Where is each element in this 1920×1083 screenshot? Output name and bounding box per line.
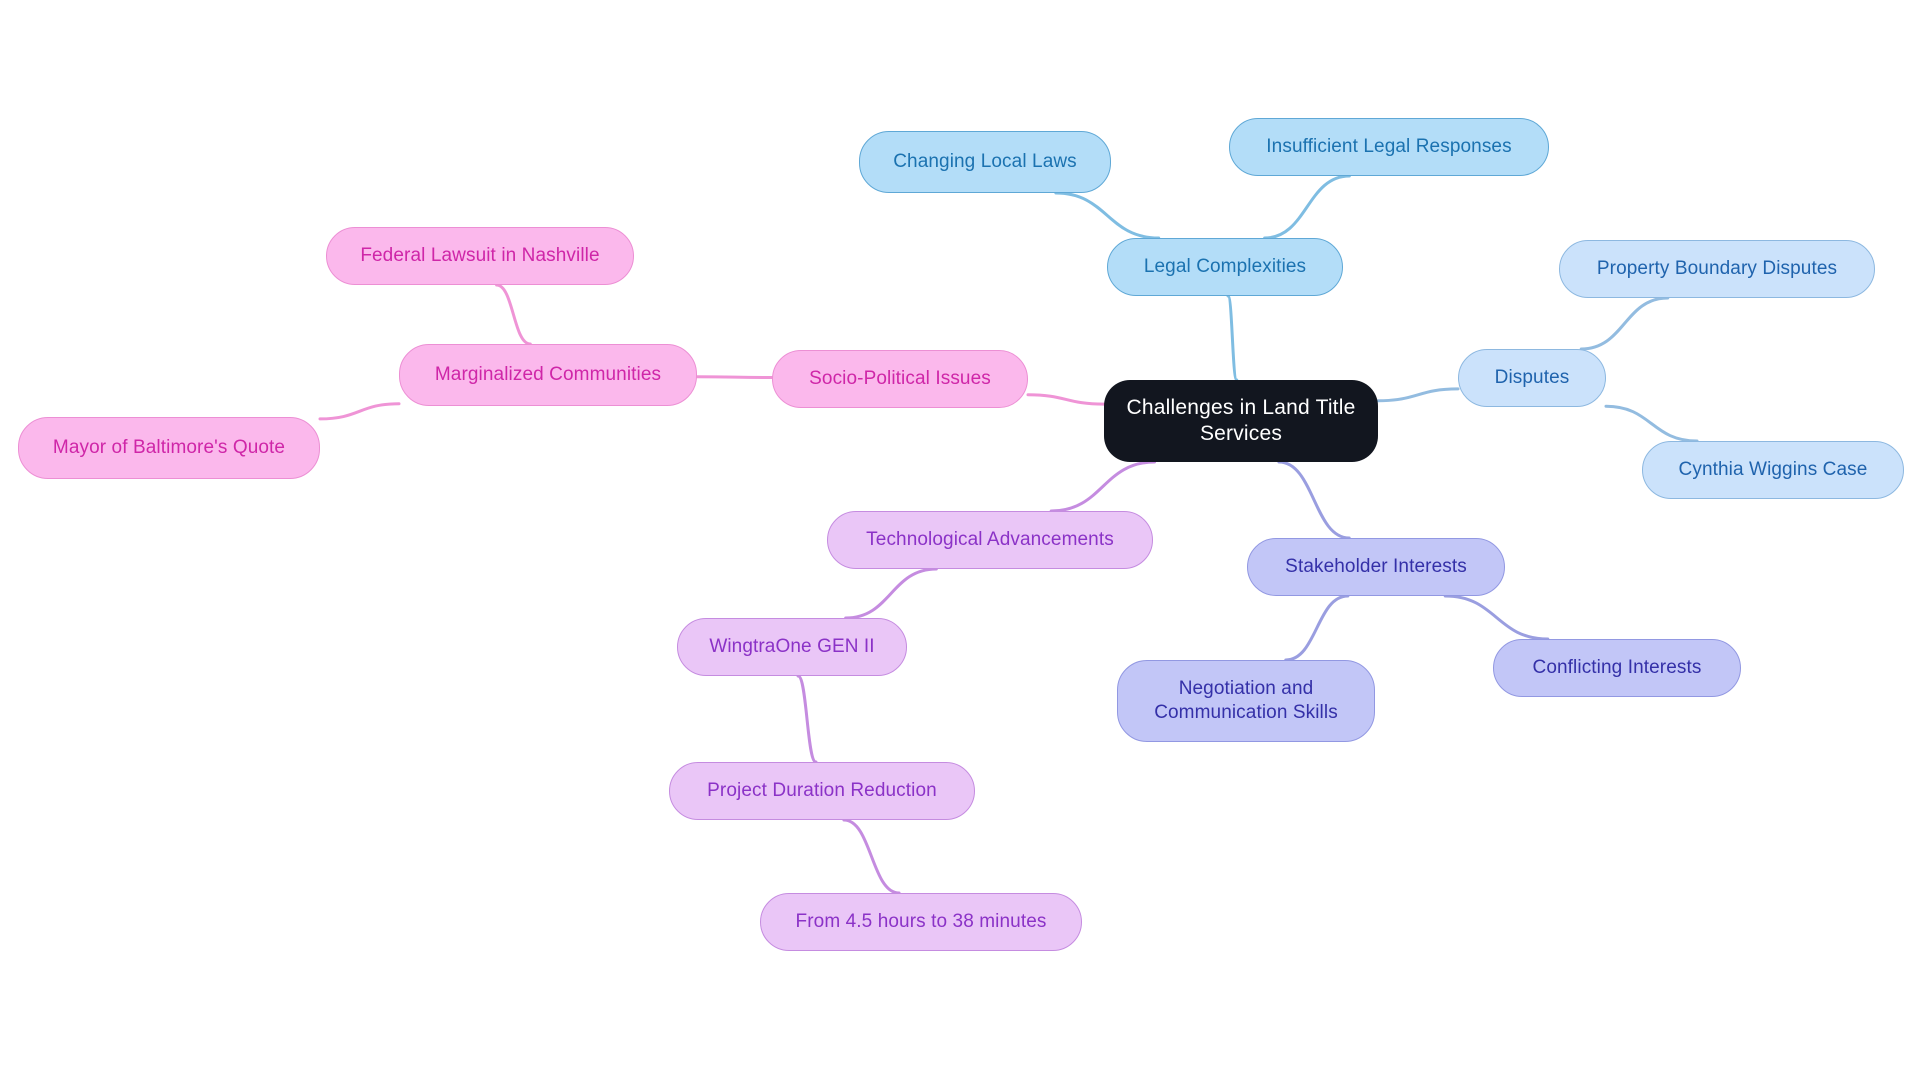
mindmap-node-project-duration-reduction[interactable]: Project Duration Reduction (669, 762, 975, 820)
mindmap-link-disputes-to-cynthia-wiggins-case (1604, 404, 1699, 443)
mindmap-link-technological-advancements-to-wingtraone-gen-ii (844, 567, 938, 620)
mindmap-node-cynthia-wiggins-case[interactable]: Cynthia Wiggins Case (1642, 441, 1904, 499)
mindmap-node-label: Insufficient Legal Responses (1266, 136, 1512, 158)
mindmap-node-stakeholder-interests[interactable]: Stakeholder Interests (1247, 538, 1505, 596)
mindmap-link-legal-complexities-to-insufficient-legal-responses (1263, 174, 1351, 240)
mindmap-node-negotiation-and-communication-skills[interactable]: Negotiation and Communication Skills (1117, 660, 1375, 742)
mindmap-link-root-to-legal-complexities (1226, 294, 1239, 382)
mindmap-node-label: Socio-Political Issues (809, 368, 991, 390)
mindmap-link-wingtraone-gen-ii-to-project-duration-reduction (796, 674, 818, 764)
mindmap-link-stakeholder-interests-to-negotiation-and-communication-skills (1284, 594, 1350, 662)
mindmap-link-root-to-stakeholder-interests (1277, 460, 1351, 540)
mindmap-node-disputes[interactable]: Disputes (1458, 349, 1606, 407)
mindmap-node-conflicting-interests[interactable]: Conflicting Interests (1493, 639, 1741, 697)
mindmap-node-label: WingtraOne GEN II (709, 636, 875, 658)
mindmap-node-legal-complexities[interactable]: Legal Complexities (1107, 238, 1343, 296)
mindmap-node-marginalized-communities[interactable]: Marginalized Communities (399, 344, 697, 406)
mindmap-node-mayor-of-baltimores-quote[interactable]: Mayor of Baltimore's Quote (18, 417, 320, 479)
mindmap-canvas: Challenges in Land Title Services Legal C… (0, 0, 1920, 1083)
mindmap-node-insufficient-legal-responses[interactable]: Insufficient Legal Responses (1229, 118, 1549, 176)
mindmap-node-label: Conflicting Interests (1532, 657, 1702, 679)
mindmap-link-root-to-socio-political-issues (1026, 393, 1106, 406)
mindmap-node-from-45-hours-to-38-minutes[interactable]: From 4.5 hours to 38 minutes (760, 893, 1082, 951)
mindmap-node-label: Disputes (1494, 367, 1570, 389)
mindmap-node-root[interactable]: Challenges in Land Title Services (1104, 380, 1378, 462)
mindmap-node-label: Challenges in Land Title Services (1126, 395, 1356, 445)
mindmap-node-socio-political-issues[interactable]: Socio-Political Issues (772, 350, 1028, 408)
mindmap-node-label: Project Duration Reduction (707, 780, 937, 802)
mindmap-node-federal-lawsuit-in-nashville[interactable]: Federal Lawsuit in Nashville (326, 227, 634, 285)
mindmap-node-label: Negotiation and Communication Skills (1154, 678, 1338, 723)
mindmap-link-marginalized-communities-to-federal-lawsuit-in-nashville (495, 283, 532, 346)
mindmap-link-root-to-disputes (1376, 387, 1460, 403)
mindmap-node-label: Property Boundary Disputes (1596, 258, 1838, 280)
mindmap-node-label: Technological Advancements (866, 529, 1114, 551)
mindmap-node-label: Changing Local Laws (893, 151, 1077, 173)
mindmap-node-label: From 4.5 hours to 38 minutes (795, 911, 1047, 933)
mindmap-link-stakeholder-interests-to-conflicting-interests (1443, 594, 1550, 641)
mindmap-node-changing-local-laws[interactable]: Changing Local Laws (859, 131, 1111, 193)
mindmap-link-disputes-to-property-boundary-disputes (1579, 296, 1670, 351)
mindmap-node-technological-advancements[interactable]: Technological Advancements (827, 511, 1153, 569)
mindmap-node-label: Legal Complexities (1143, 256, 1307, 278)
mindmap-node-wingtraone-gen-ii[interactable]: WingtraOne GEN II (677, 618, 907, 676)
mindmap-node-label: Marginalized Communities (434, 364, 662, 386)
mindmap-node-label: Cynthia Wiggins Case (1678, 459, 1868, 481)
mindmap-node-label: Stakeholder Interests (1285, 556, 1467, 578)
mindmap-link-socio-political-issues-to-marginalized-communities (695, 375, 774, 380)
mindmap-link-marginalized-communities-to-mayor-of-baltimores-quote (318, 402, 401, 421)
mindmap-node-label: Federal Lawsuit in Nashville (360, 245, 600, 267)
mindmap-node-label: Mayor of Baltimore's Quote (52, 437, 286, 459)
mindmap-node-property-boundary-disputes[interactable]: Property Boundary Disputes (1559, 240, 1875, 298)
mindmap-link-root-to-technological-advancements (1049, 460, 1157, 513)
mindmap-link-legal-complexities-to-changing-local-laws (1054, 191, 1161, 240)
mindmap-link-project-duration-reduction-to-from-45-hours-to-38-minutes (842, 818, 901, 895)
